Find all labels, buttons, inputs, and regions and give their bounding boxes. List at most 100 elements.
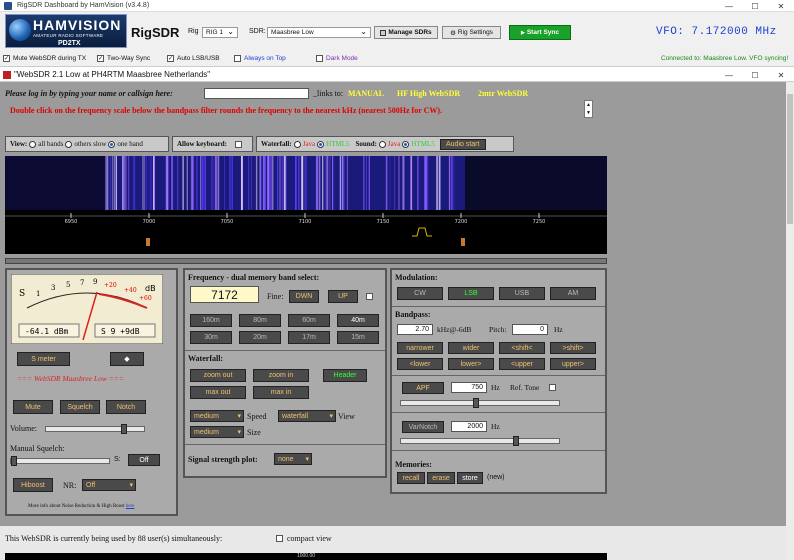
manage-sdrs-button[interactable]: Manage SDRs — [374, 26, 438, 39]
squelch-value[interactable]: Off — [128, 454, 160, 466]
signal-plot-select[interactable]: none — [274, 453, 312, 465]
erase-button[interactable]: erase — [427, 472, 455, 484]
web-maximize-icon[interactable]: ☐ — [742, 69, 768, 81]
speed-select[interactable]: medium — [190, 410, 244, 422]
apf-slider[interactable] — [400, 398, 560, 408]
store-button[interactable]: store — [457, 472, 483, 484]
nr-select[interactable]: Off — [82, 479, 136, 491]
recall-button[interactable]: recall — [397, 472, 425, 484]
size-select[interactable]: medium — [190, 426, 244, 438]
apf-knob[interactable] — [473, 398, 479, 408]
bandpass-title: Bandpass: — [395, 310, 431, 319]
shift-up-button[interactable]: >shift> — [550, 342, 596, 354]
band-15m-button[interactable]: 15m — [337, 331, 379, 344]
pitch-label: Pitch: — [489, 325, 507, 334]
close-icon[interactable]: ✕ — [768, 0, 794, 12]
audio-start-button[interactable]: Audio start — [439, 138, 486, 150]
eraser-button[interactable]: ◆ — [110, 352, 144, 366]
two-way-sync-checkbox[interactable]: ✓ Two-Way Sync — [97, 55, 150, 62]
minimize-icon[interactable]: — — [716, 0, 742, 12]
view-others-slow-radio[interactable] — [65, 140, 73, 148]
waterfall-display[interactable]: 6950 7000 7050 7100 7150 7200 7250 — [5, 156, 607, 254]
callsign-input[interactable] — [204, 88, 309, 99]
shift-down-button[interactable]: <shift< — [499, 342, 545, 354]
svg-text:+40: +40 — [124, 287, 137, 294]
rig-select[interactable]: RIG 1 — [202, 27, 238, 38]
compact-view-checkbox[interactable] — [276, 535, 283, 542]
sdr-select[interactable]: Maasbree Low — [267, 27, 371, 38]
upper-up-button[interactable]: upper> — [550, 358, 596, 370]
wider-button[interactable]: wider — [448, 342, 494, 354]
waterfall-java-radio[interactable] — [293, 140, 301, 148]
band-160m-button[interactable]: 160m — [190, 314, 232, 327]
mode-usb-button[interactable]: USB — [499, 287, 545, 300]
varnotch-knob[interactable] — [513, 436, 519, 446]
mode-lsb-button[interactable]: LSB — [448, 287, 494, 300]
dark-mode-checkbox[interactable]: Dark Mode — [316, 55, 358, 62]
view-select[interactable]: waterfall — [278, 410, 336, 422]
lower-up-button[interactable]: lower> — [448, 358, 494, 370]
volume-slider[interactable] — [45, 424, 145, 434]
mode-cw-button[interactable]: CW — [397, 287, 443, 300]
max-in-button[interactable]: max in — [253, 386, 309, 399]
notice-scroll[interactable]: ▲ ▼ — [584, 100, 593, 118]
always-on-top-checkbox[interactable]: Always on Top — [234, 55, 286, 62]
frequency-input[interactable]: 7172 — [190, 286, 259, 303]
lower-down-button[interactable]: <lower — [397, 358, 443, 370]
s-meter-button[interactable]: S meter — [17, 352, 70, 366]
page-scrollbar[interactable] — [786, 82, 794, 560]
up-button[interactable]: UP — [328, 290, 358, 303]
mute-during-tx-checkbox[interactable]: ✓ Mute WebSDR during TX — [3, 55, 86, 62]
2mtr-link[interactable]: 2mtr WebSDR — [478, 89, 528, 98]
volume-knob[interactable] — [121, 424, 127, 434]
zoom-out-button[interactable]: zoom out — [190, 369, 246, 382]
page-scroll-thumb[interactable] — [787, 94, 793, 224]
max-out-button[interactable]: max out — [190, 386, 246, 399]
pitch-input[interactable]: 0 — [512, 324, 548, 335]
start-sync-button[interactable]: ▶ Start Sync — [509, 25, 571, 40]
bandwidth-input[interactable]: 2.70 — [397, 324, 433, 335]
squelch-slider[interactable] — [10, 456, 110, 466]
varnotch-input[interactable]: 2000 — [451, 421, 487, 432]
sound-java-radio[interactable] — [378, 140, 386, 148]
hf-high-link[interactable]: HF High WebSDR — [397, 89, 460, 98]
band-30m-button[interactable]: 30m — [190, 331, 232, 344]
rig-settings-button[interactable]: ⚙ Rig Settings — [442, 26, 501, 39]
hiboost-button[interactable]: Hiboost — [13, 478, 53, 492]
waterfall-scrollbar[interactable] — [5, 258, 607, 264]
varnotch-slider[interactable] — [400, 436, 560, 446]
squelch-knob[interactable] — [11, 456, 17, 466]
squelch-button[interactable]: Squelch — [60, 400, 100, 414]
nr-info-link[interactable]: here — [126, 504, 135, 509]
maximize-icon[interactable]: ☐ — [742, 0, 768, 12]
sound-html5-radio[interactable] — [402, 140, 410, 148]
view-all-bands-radio[interactable] — [29, 140, 37, 148]
apf-button[interactable]: APF — [402, 382, 444, 394]
waterfall-html5-radio[interactable] — [317, 140, 325, 148]
varnotch-button[interactable]: VarNotch — [402, 421, 444, 433]
band-20m-button[interactable]: 20m — [239, 331, 281, 344]
view-one-band-radio[interactable] — [108, 140, 116, 148]
header-button[interactable]: Header — [323, 369, 367, 382]
app-name: RigSDR — [131, 25, 180, 40]
vfo-readout: VFO: 7.172000 MHz — [656, 26, 777, 38]
auto-lsb-usb-checkbox[interactable]: ✓ Auto LSB/USB — [167, 55, 220, 62]
notch-button[interactable]: Notch — [106, 400, 146, 414]
keyboard-checkbox[interactable] — [234, 140, 242, 148]
fine-checkbox[interactable] — [366, 293, 373, 300]
web-close-icon[interactable]: ✕ — [768, 69, 794, 81]
apf-input[interactable]: 750 — [451, 382, 487, 393]
zoom-in-button[interactable]: zoom in — [253, 369, 309, 382]
band-60m-button[interactable]: 60m — [288, 314, 330, 327]
band-40m-button[interactable]: 40m — [337, 314, 379, 327]
down-button[interactable]: DWN — [289, 290, 319, 303]
band-80m-button[interactable]: 80m — [239, 314, 281, 327]
ref-tone-checkbox[interactable] — [549, 384, 556, 391]
mode-am-button[interactable]: AM — [550, 287, 596, 300]
narrower-button[interactable]: narrower — [397, 342, 443, 354]
upper-down-button[interactable]: <upper — [499, 358, 545, 370]
band-17m-button[interactable]: 17m — [288, 331, 330, 344]
web-minimize-icon[interactable]: — — [716, 69, 742, 81]
mute-button[interactable]: Mute — [13, 400, 53, 414]
manual-link[interactable]: MANUAL — [348, 89, 384, 98]
